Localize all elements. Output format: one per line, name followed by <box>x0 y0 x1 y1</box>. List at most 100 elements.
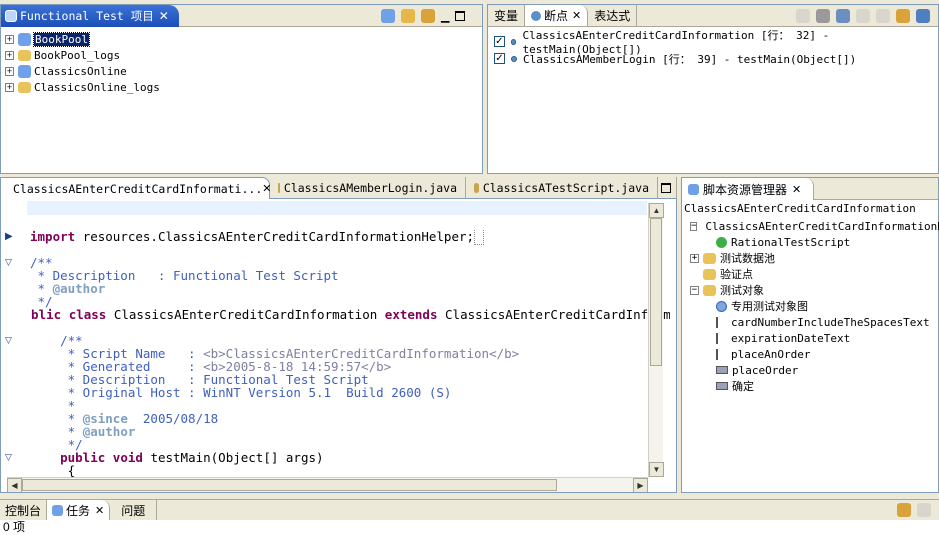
editor-tab[interactable]: ClassicsAMemberLogin.java <box>270 177 466 199</box>
show-breakpoints-icon[interactable] <box>836 8 850 23</box>
breakpoint-checkbox[interactable]: ✓ <box>494 53 505 64</box>
sync-icon[interactable] <box>401 9 415 23</box>
explorer-item[interactable]: 专用测试对象图 <box>690 298 939 314</box>
explorer-item[interactable]: RationalTestScript <box>690 234 939 250</box>
script-explorer-header: 脚本资源管理器 ✕ <box>682 178 938 200</box>
tree-item-classicsonline[interactable]: + ClassicsOnline <box>5 63 160 79</box>
java-file-icon <box>278 183 280 193</box>
explorer-item-label: ClassicsAEnterCreditCardInformationH <box>705 219 939 233</box>
code-line: * Original Host : WinNT Version 5.1 Buil… <box>30 385 452 400</box>
tab-problems[interactable]: 问题 <box>110 500 158 520</box>
explorer-item-label: RationalTestScript <box>731 235 851 249</box>
status-bar: 0 项 <box>0 520 939 535</box>
code-line: public void testMain(Object[] args) <box>60 450 324 465</box>
remove-icon[interactable] <box>796 8 810 23</box>
maximize-icon[interactable] <box>661 183 671 193</box>
breakpoint-checkbox[interactable]: ✓ <box>494 36 505 47</box>
fold-collapse-icon[interactable]: ▽ <box>5 452 12 463</box>
fold-collapse-icon[interactable]: ▽ <box>5 335 12 346</box>
tab-label: 表达式 <box>594 9 631 23</box>
explorer-item[interactable]: − ClassicsAEnterCreditCardInformationH <box>690 218 939 234</box>
task-icon <box>52 504 64 516</box>
explorer-item[interactable]: placeOrder <box>690 362 939 378</box>
explorer-item-label: expirationDateText <box>731 331 851 345</box>
disable-icon[interactable] <box>916 8 930 23</box>
explorer-item[interactable]: + 测试数据池 <box>690 250 939 266</box>
breakpoint-row[interactable]: ✓ ClassicsAEnterCreditCardInformation [行… <box>494 29 938 56</box>
tab-label: 断点 <box>544 9 569 23</box>
code-editor[interactable]: ▶ ▽ ▽ ▽ import resources.ClassicsAEnterC… <box>0 199 677 493</box>
tab-expressions[interactable]: 表达式 <box>588 5 638 26</box>
breakpoint-dot-icon <box>510 38 517 45</box>
tree-item-bookpool-logs[interactable]: + BookPool_logs <box>5 47 160 63</box>
scroll-right-icon[interactable]: ▶ <box>633 478 648 492</box>
tab-tasks[interactable]: 任务 ✕ <box>47 500 111 520</box>
since-value: 2005/08/18 <box>127 411 219 426</box>
tab-variables[interactable]: 变量 <box>488 5 526 26</box>
tab-breakpoints[interactable]: 断点 ✕ <box>525 5 589 26</box>
add-task-icon[interactable] <box>897 503 911 517</box>
expand-icon[interactable]: + <box>5 34 14 44</box>
horizontal-scrollbar[interactable]: ◀ ▶ <box>7 477 648 492</box>
close-icon[interactable]: ✕ <box>792 183 801 196</box>
button-icon <box>716 382 728 390</box>
explorer-item[interactable]: 验证点 <box>690 266 939 282</box>
link-icon[interactable] <box>896 8 910 23</box>
current-line-highlight <box>27 201 647 215</box>
minimize-icon[interactable]: ▁ <box>441 10 449 23</box>
expand-icon[interactable]: + <box>5 82 14 92</box>
close-icon[interactable]: ✕ <box>572 9 581 22</box>
scroll-left-icon[interactable]: ◀ <box>7 478 22 492</box>
project-tab[interactable]: Functional Test 项目 ✕ <box>1 5 179 27</box>
verification-point-icon <box>703 268 716 280</box>
connect-icon[interactable] <box>381 9 395 23</box>
collapse-icon[interactable]: − <box>690 285 699 295</box>
datapool-icon <box>703 252 716 264</box>
maximize-icon[interactable] <box>455 11 466 21</box>
code-line: * @author <box>30 281 106 296</box>
editor-tab-active[interactable]: ClassicsAEnterCreditCardInformati... ✕ <box>0 177 271 199</box>
java-file-icon <box>474 183 479 193</box>
maximize-editor[interactable] <box>658 177 677 199</box>
code-line: public class ClassicsAEnterCreditCardInf… <box>30 308 670 321</box>
remove-all-icon[interactable] <box>816 8 830 23</box>
explorer-item[interactable]: 确定 <box>690 378 939 394</box>
project-tree: + BookPool + BookPool_logs + ClassicsOnl… <box>5 31 160 95</box>
scroll-thumb[interactable] <box>22 479 557 491</box>
fold-collapse-icon[interactable]: ▽ <box>5 257 12 268</box>
expand-icon[interactable]: + <box>5 66 14 76</box>
explorer-item-label: 专用测试对象图 <box>731 300 808 313</box>
close-icon[interactable]: ✕ <box>95 504 104 517</box>
vertical-scrollbar[interactable]: ▲ ▼ <box>648 203 664 477</box>
tree-item-classicsonline-logs[interactable]: + ClassicsOnline_logs <box>5 79 160 95</box>
collapse-icon[interactable]: − <box>690 221 698 231</box>
tree-item-label: ClassicsOnline_logs <box>34 80 160 94</box>
skip-icon[interactable] <box>876 8 890 23</box>
scroll-up-icon[interactable]: ▲ <box>649 203 664 218</box>
class-name: ClassicsAEnterCreditCardInformation <box>113 307 378 322</box>
tab-console[interactable]: 控制台 <box>0 500 48 520</box>
editor-tab[interactable]: ClassicsATestScript.java <box>466 177 658 199</box>
expand-icon[interactable]: + <box>690 253 699 263</box>
explorer-item[interactable]: cardNumberIncludeTheSpacesText <box>690 314 939 330</box>
delete-icon[interactable] <box>917 503 931 517</box>
explorer-item-label: 测试对象 <box>720 284 764 297</box>
scroll-down-icon[interactable]: ▼ <box>649 462 664 477</box>
explorer-item[interactable]: − 测试对象 <box>690 282 939 298</box>
debug-panel: 变量 断点 ✕ 表达式 ✓ ClassicsAEnterCreditCardIn… <box>487 4 939 174</box>
close-icon[interactable]: ✕ <box>159 9 169 23</box>
explorer-item[interactable]: expirationDateText <box>690 330 939 346</box>
extends-name: ClassicsAEnterCreditCardInformationHelpe… <box>445 307 670 322</box>
link-icon[interactable] <box>421 9 435 23</box>
text-field-icon <box>716 332 727 344</box>
goto-file-icon[interactable] <box>856 8 870 23</box>
script-explorer-tab[interactable]: 脚本资源管理器 ✕ <box>682 178 814 200</box>
expand-icon[interactable]: + <box>5 50 14 60</box>
scroll-thumb[interactable] <box>650 218 662 366</box>
explorer-item[interactable]: placeAnOrder <box>690 346 939 362</box>
tree-item-label: BookPool <box>33 31 90 47</box>
tree-item-bookpool[interactable]: + BookPool <box>5 31 160 47</box>
tab-label: 脚本资源管理器 <box>703 182 788 197</box>
fold-expand-icon[interactable]: ▶ <box>5 231 13 242</box>
tab-label: 任务 <box>66 503 91 518</box>
